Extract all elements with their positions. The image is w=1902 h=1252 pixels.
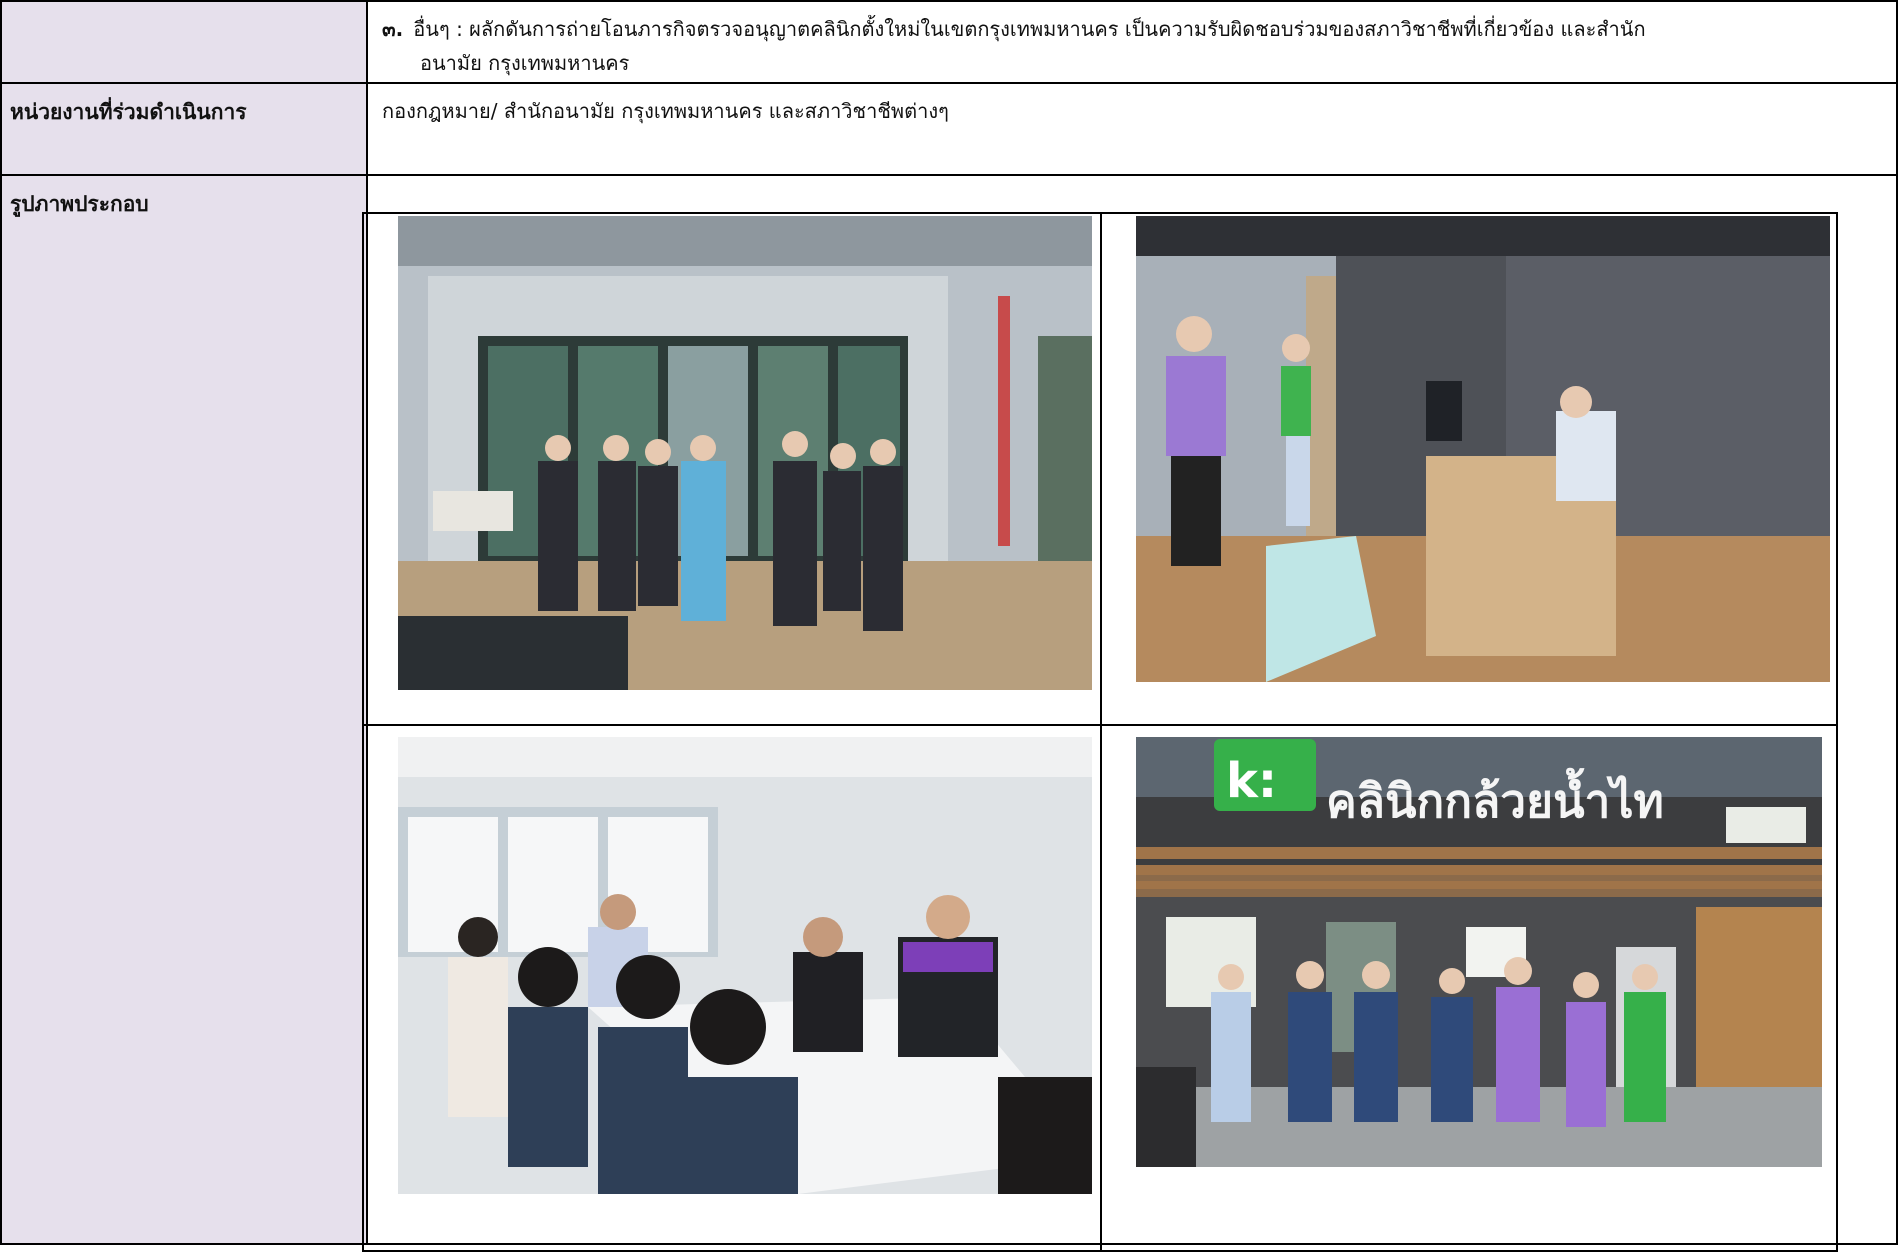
photo-group-building [398, 216, 1092, 690]
clinic-logo: k: [1226, 753, 1277, 809]
item-number: ๓. [382, 17, 404, 41]
row-other-content: ๓. อื่นๆ : ผลักดันการถ่ายโอนภารกิจตรวจอนุ… [366, 0, 1898, 84]
grid-divider-horizontal [364, 724, 1836, 726]
photo-grid: k: คลินิกกล้วยน้ำไท [362, 212, 1838, 1252]
row-other-label-cell [0, 0, 368, 84]
item-text-1: อื่นๆ : ผลักดันการถ่ายโอนภารกิจตรวจอนุญา… [413, 17, 1646, 41]
photo-clinic-interior [1136, 216, 1830, 682]
row-agencies: หน่วยงานที่ร่วมดำเนินการ กองกฎหมาย/ สำนั… [0, 82, 1898, 176]
agencies-label: หน่วยงานที่ร่วมดำเนินการ [0, 82, 368, 176]
clinic-sign: คลินิกกล้วยน้ำไท [1326, 767, 1664, 828]
item-line-1: ๓. อื่นๆ : ผลักดันการถ่ายโอนภารกิจตรวจอนุ… [382, 12, 1882, 46]
item-text-2: อนามัย กรุงเทพมหานคร [420, 51, 630, 75]
row-other-item: ๓. อื่นๆ : ผลักดันการถ่ายโอนภารกิจตรวจอนุ… [0, 0, 1898, 84]
photo-meeting [398, 737, 1092, 1194]
photo-clinic-exterior: k: คลินิกกล้วยน้ำไท [1136, 737, 1822, 1167]
photos-label: รูปภาพประกอบ [0, 174, 368, 1245]
grid-divider-vertical [1100, 214, 1102, 1250]
agencies-value: กองกฎหมาย/ สำนักอนามัย กรุงเทพมหานคร และ… [366, 82, 1898, 176]
